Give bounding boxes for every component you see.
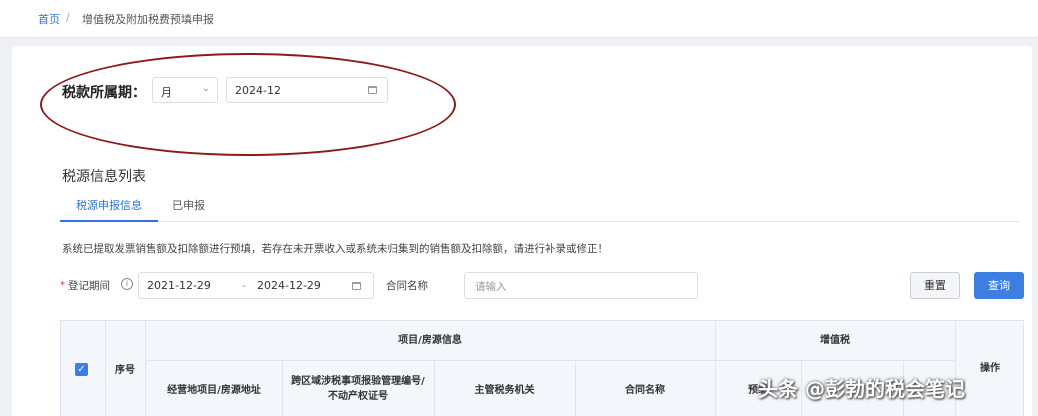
breadcrumb-home-link[interactable]: 首页 bbox=[38, 11, 60, 27]
breadcrumb-current: 增值税及附加税费预填申报 bbox=[82, 13, 214, 26]
reset-button[interactable]: 重置 bbox=[910, 272, 960, 299]
registration-date-range-picker[interactable]: 2021-12-29 - 2024-12-29 bbox=[138, 272, 374, 299]
col-contract-name: 合同名称 bbox=[625, 385, 665, 396]
registration-period-label: 登记期间 bbox=[68, 280, 110, 292]
col-index: 序号 bbox=[115, 365, 135, 376]
col-tax-authority: 主管税务机关 bbox=[474, 385, 535, 396]
col-group-vat: 增值税 bbox=[820, 335, 850, 346]
notice-text: 系统已提取发票销售额及扣除额进行预填，若存在未开票收入或系统未归集到的销售额及扣… bbox=[62, 243, 608, 255]
tab-filed[interactable]: 已申报 bbox=[172, 197, 205, 222]
col-group-project: 项目/房源信息 bbox=[398, 335, 462, 346]
col-project-address: 经营地项目/房源地址 bbox=[167, 385, 261, 396]
contract-name-label: 合同名称 bbox=[386, 280, 428, 292]
query-button[interactable]: 查询 bbox=[974, 272, 1024, 299]
range-start-date: 2021-12-29 bbox=[147, 279, 211, 292]
required-mark: * bbox=[60, 280, 65, 291]
select-all-checkbox[interactable]: ✓ bbox=[75, 363, 88, 376]
breadcrumb: 首页 / 增值税及附加税费预填申报 bbox=[0, 0, 1038, 38]
col-registration-number: 跨区域涉税事项报验管理编号/不动产权证号 bbox=[291, 376, 425, 402]
range-end-date: 2024-12-29 bbox=[257, 279, 321, 292]
tab-bar: 税源申报信息 已申报 bbox=[60, 192, 1020, 222]
calendar-icon bbox=[352, 282, 361, 290]
breadcrumb-separator: / bbox=[66, 11, 70, 24]
highlight-ellipse-annotation bbox=[40, 53, 456, 156]
contract-name-input[interactable]: 请输入 bbox=[464, 272, 698, 299]
tab-tax-source-info[interactable]: 税源申报信息 bbox=[60, 197, 158, 222]
section-title: 税源信息列表 bbox=[62, 169, 146, 185]
watermark: 头条 @彭勃的税会笔记 bbox=[758, 377, 965, 401]
range-separator: - bbox=[242, 279, 246, 292]
col-action: 操作 bbox=[980, 363, 1000, 374]
info-icon[interactable]: i bbox=[121, 278, 133, 290]
